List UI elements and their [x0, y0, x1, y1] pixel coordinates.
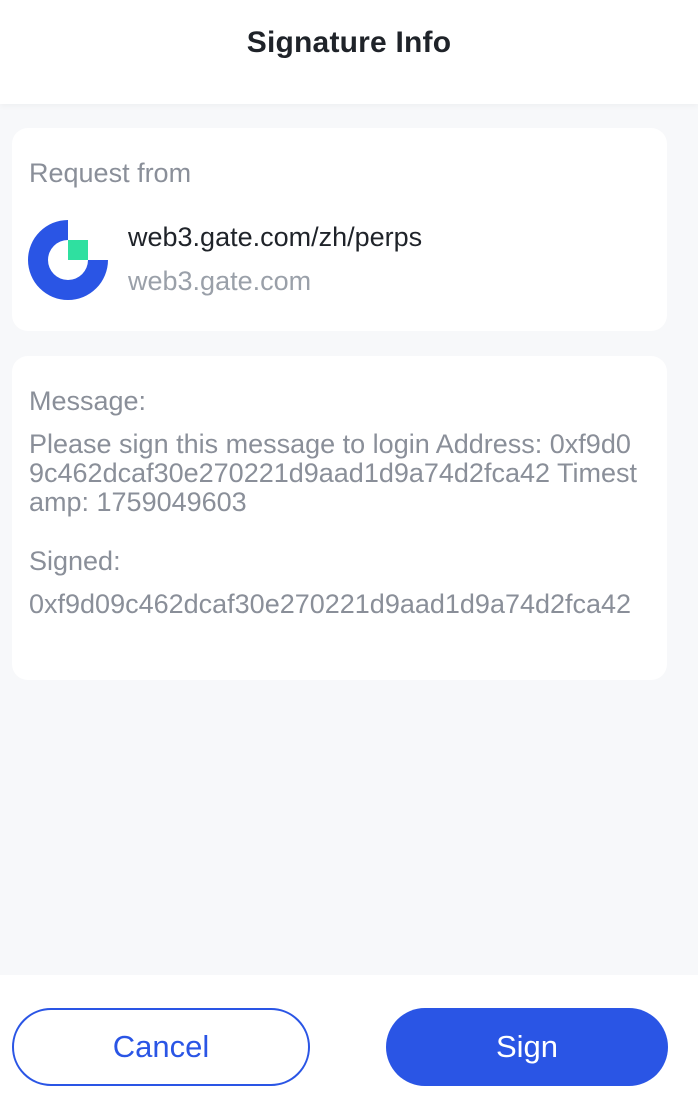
gate-logo-icon	[28, 220, 108, 300]
signed-value: 0xf9d09c462dcaf30e270221d9aad1d9a74d2fca…	[29, 589, 632, 619]
header-bar: Signature Info	[0, 0, 698, 104]
message-text: Please sign this message to login Addres…	[29, 429, 638, 517]
message-card: Message: Please sign this message to log…	[12, 356, 667, 680]
request-site-domain: web3.gate.com	[128, 266, 312, 296]
request-site-title: web3.gate.com/zh/perps	[128, 222, 423, 252]
request-from-label: Request from	[29, 158, 192, 188]
page-title: Signature Info	[246, 26, 452, 59]
request-card: Request from web3.gate.com/zh/perps web3…	[12, 128, 667, 331]
cancel-button[interactable]: Cancel	[12, 1008, 310, 1086]
action-footer: Cancel Sign	[0, 975, 698, 1098]
message-label: Message:	[29, 386, 147, 416]
signed-label: Signed:	[29, 546, 121, 576]
sign-button[interactable]: Sign	[386, 1008, 668, 1086]
